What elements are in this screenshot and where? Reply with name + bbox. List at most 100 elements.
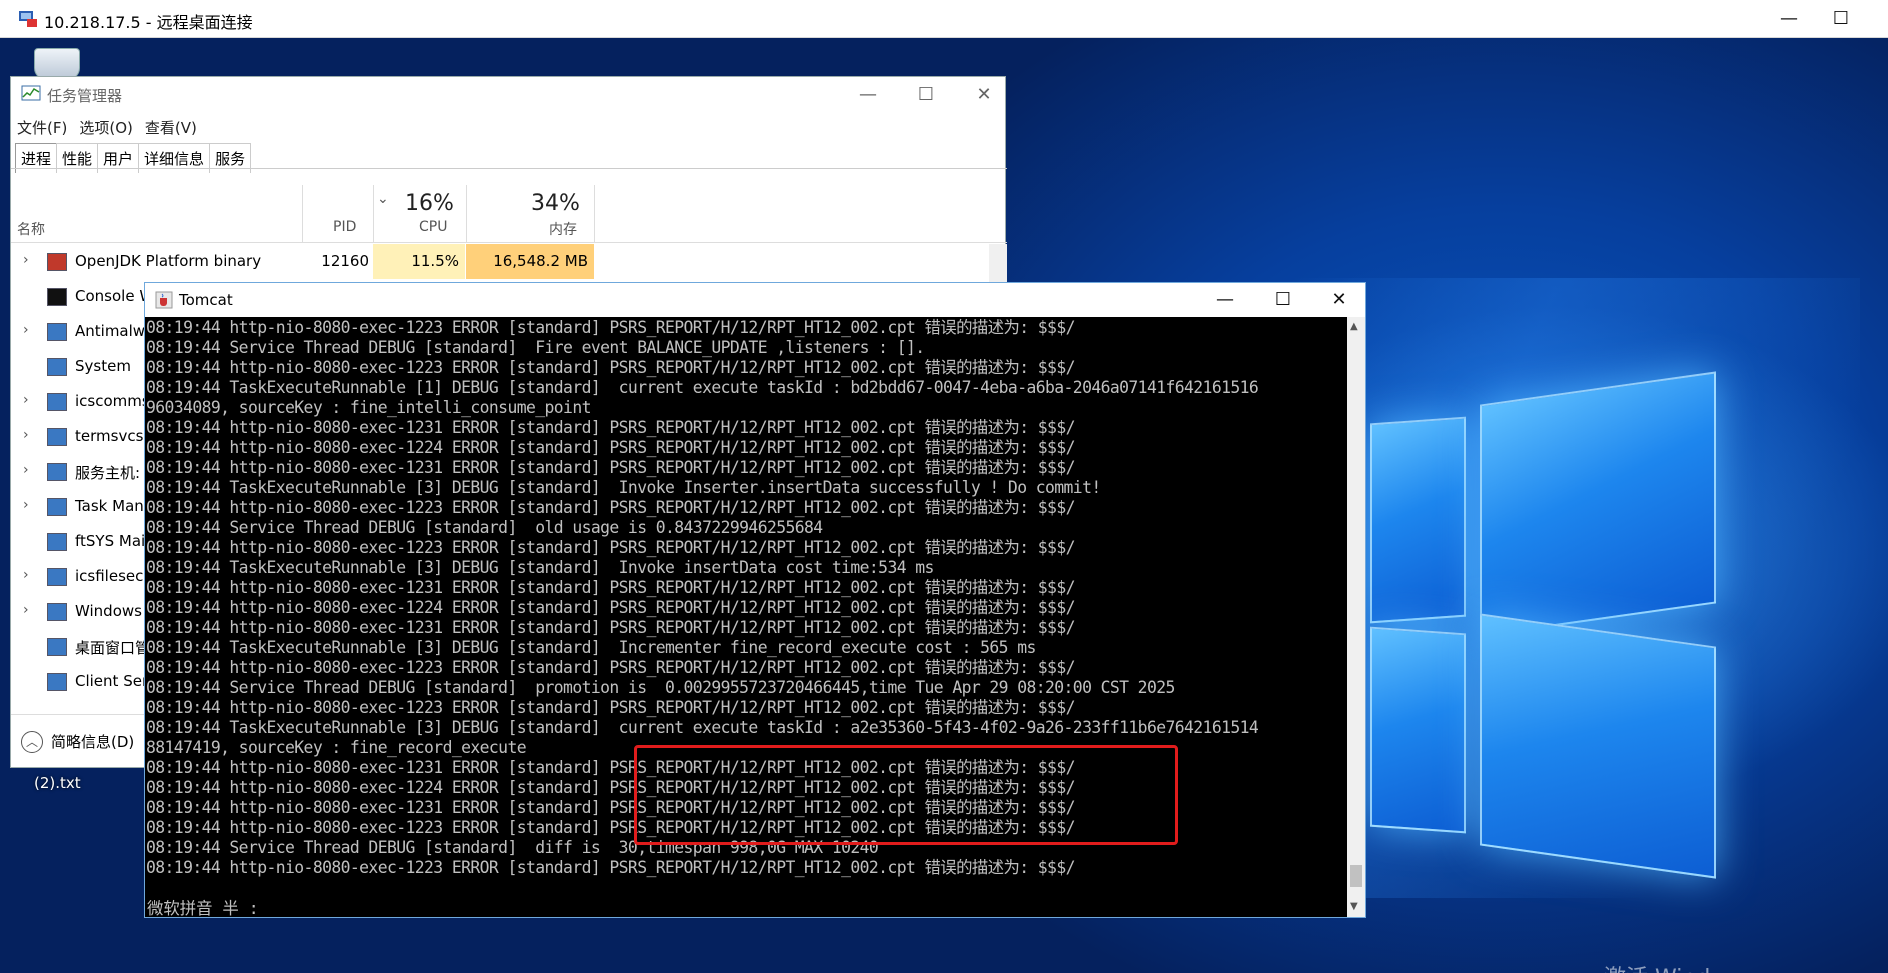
column-separator xyxy=(302,185,303,243)
menu-view[interactable]: 查看(V) xyxy=(145,117,197,138)
process-name: 桌面窗口管 xyxy=(75,639,151,657)
process-row[interactable]: › OpenJDK Platform binary 12160 11.5% 16,548… xyxy=(11,244,1007,279)
process-icon xyxy=(47,253,67,271)
rdp-minimize-button[interactable]: — xyxy=(1766,4,1812,34)
console-line: 08:19:44 Service Thread DEBUG [standard]… xyxy=(146,518,823,537)
console-line: 08:19:44 http-nio-8080-exec-1223 ERROR [… xyxy=(146,358,1075,377)
tomcat-minimize-button[interactable]: — xyxy=(1197,285,1253,315)
tomcat-close-button[interactable]: ✕ xyxy=(1311,285,1367,315)
process-name: 服务主机: xyxy=(75,464,141,482)
rdp-maximize-button[interactable]: ☐ xyxy=(1818,4,1864,34)
console-scrollbar[interactable]: ▲ ▼ xyxy=(1347,317,1365,917)
console-line: 08:19:44 http-nio-8080-exec-1231 ERROR [… xyxy=(146,458,1075,477)
task-manager-icon xyxy=(21,85,41,101)
process-name: System xyxy=(75,357,131,375)
scroll-thumb[interactable] xyxy=(1350,865,1362,887)
chevron-right-icon[interactable]: › xyxy=(23,497,29,513)
process-icon xyxy=(47,673,67,691)
tm-close-button[interactable]: ✕ xyxy=(961,79,1007,111)
process-icon xyxy=(47,323,67,341)
tm-menubar: 文件(F) 选项(O) 查看(V) xyxy=(17,117,197,138)
process-name: termsvcs xyxy=(75,427,144,445)
process-icon xyxy=(47,533,67,551)
process-table-header: 名称 PID ⌄ 16% CPU 34% 内存 xyxy=(11,185,1007,243)
tomcat-titlebar: Tomcat — ☐ ✕ xyxy=(145,283,1365,317)
tab-divider xyxy=(11,168,1007,169)
column-header-cpu[interactable]: CPU xyxy=(419,219,447,235)
process-icon xyxy=(47,358,67,376)
wallpaper-windows-logo-pane-bl xyxy=(1370,626,1466,834)
process-icon xyxy=(47,498,67,516)
column-header-memory[interactable]: 内存 xyxy=(549,219,577,239)
process-name: Task Man xyxy=(75,497,144,515)
chevron-right-icon[interactable]: › xyxy=(23,252,29,268)
chevron-up-icon[interactable]: ︿ xyxy=(21,731,43,753)
chevron-right-icon[interactable]: › xyxy=(23,462,29,478)
console-line: 08:19:44 TaskExecuteRunnable [3] DEBUG [… xyxy=(146,718,1259,737)
cpu-total-percent: 16% xyxy=(405,191,454,216)
chevron-right-icon[interactable]: › xyxy=(23,567,29,583)
menu-options[interactable]: 选项(O) xyxy=(79,117,133,138)
console-line: 08:19:44 Service Thread DEBUG [standard]… xyxy=(146,678,1175,697)
process-icon xyxy=(47,568,67,586)
rdp-window-title: 10.218.17.5 - 远程桌面连接 xyxy=(44,13,253,32)
annotation-highlight-box xyxy=(634,745,1178,845)
process-icon xyxy=(47,393,67,411)
rdp-titlebar: 10.218.17.5 - 远程桌面连接 — ☐ xyxy=(0,0,1888,38)
console-line: 08:19:44 http-nio-8080-exec-1231 ERROR [… xyxy=(146,578,1075,597)
tm-maximize-button[interactable]: ☐ xyxy=(903,79,949,111)
process-name: icscomms xyxy=(75,392,150,410)
column-separator xyxy=(466,185,467,243)
column-separator xyxy=(594,185,595,243)
process-name: Console W xyxy=(75,287,155,305)
fewer-details-link[interactable]: 简略信息(D) xyxy=(51,731,134,752)
console-line: 08:19:44 TaskExecuteRunnable [3] DEBUG [… xyxy=(146,478,1101,497)
console-line: 08:19:44 http-nio-8080-exec-1223 ERROR [… xyxy=(146,858,1075,877)
desktop-file-label[interactable]: (2).txt xyxy=(34,774,81,792)
wallpaper-windows-logo-pane-tr xyxy=(1480,371,1716,637)
chevron-right-icon[interactable]: › xyxy=(23,322,29,338)
console-line: 08:19:44 TaskExecuteRunnable [3] DEBUG [… xyxy=(146,638,1036,657)
chevron-right-icon[interactable]: › xyxy=(23,602,29,618)
process-memory: 16,548.2 MB xyxy=(466,244,594,279)
activation-watermark: 激活 Wind xyxy=(1604,960,1710,973)
console-line: 08:19:44 http-nio-8080-exec-1223 ERROR [… xyxy=(146,698,1075,717)
console-line: 08:19:44 http-nio-8080-exec-1223 ERROR [… xyxy=(146,658,1075,677)
console-line: 08:19:44 TaskExecuteRunnable [1] DEBUG [… xyxy=(146,378,1259,397)
tomcat-maximize-button[interactable]: ☐ xyxy=(1255,285,1311,315)
process-name: Client Ser xyxy=(75,672,149,690)
console-line: 08:19:44 http-nio-8080-exec-1223 ERROR [… xyxy=(146,318,1075,337)
process-cpu: 11.5% xyxy=(373,244,465,279)
scroll-up-arrow-icon[interactable]: ▲ xyxy=(1350,321,1358,332)
process-icon xyxy=(47,428,67,446)
process-name: OpenJDK Platform binary xyxy=(75,252,262,270)
java-cup-icon xyxy=(155,291,173,309)
remote-desktop-icon xyxy=(19,11,37,27)
memory-total-percent: 34% xyxy=(531,191,580,216)
process-name: Windows xyxy=(75,602,142,620)
process-icon xyxy=(47,603,67,621)
console-line: 08:19:44 http-nio-8080-exec-1223 ERROR [… xyxy=(146,538,1075,557)
task-manager-title: 任务管理器 xyxy=(47,87,123,105)
console-line: 08:19:44 http-nio-8080-exec-1231 ERROR [… xyxy=(146,618,1075,637)
chevron-right-icon[interactable]: › xyxy=(23,427,29,443)
console-line: 08:19:44 Service Thread DEBUG [standard]… xyxy=(146,338,925,357)
ime-status: 微软拼音 半 : xyxy=(147,899,259,918)
wallpaper-windows-logo-pane-br xyxy=(1480,613,1716,879)
process-icon xyxy=(47,638,67,656)
console-line: 96034089, sourceKey : fine_intelli_consu… xyxy=(146,398,591,417)
column-header-pid[interactable]: PID xyxy=(333,219,356,235)
console-line: 08:19:44 http-nio-8080-exec-1224 ERROR [… xyxy=(146,598,1075,617)
tomcat-title: Tomcat xyxy=(179,291,233,309)
process-name: icsfilesec. xyxy=(75,567,149,585)
tm-minimize-button[interactable]: — xyxy=(845,79,891,111)
column-header-name[interactable]: 名称 xyxy=(17,219,45,239)
process-pid: 12160 xyxy=(321,252,369,270)
process-name: ftSYS Mai xyxy=(75,532,146,550)
column-separator xyxy=(373,185,374,243)
process-icon xyxy=(47,288,67,306)
menu-file[interactable]: 文件(F) xyxy=(17,117,67,138)
process-name: Antimalw xyxy=(75,322,146,340)
chevron-right-icon[interactable]: › xyxy=(23,392,29,408)
scroll-down-arrow-icon[interactable]: ▼ xyxy=(1350,901,1358,912)
